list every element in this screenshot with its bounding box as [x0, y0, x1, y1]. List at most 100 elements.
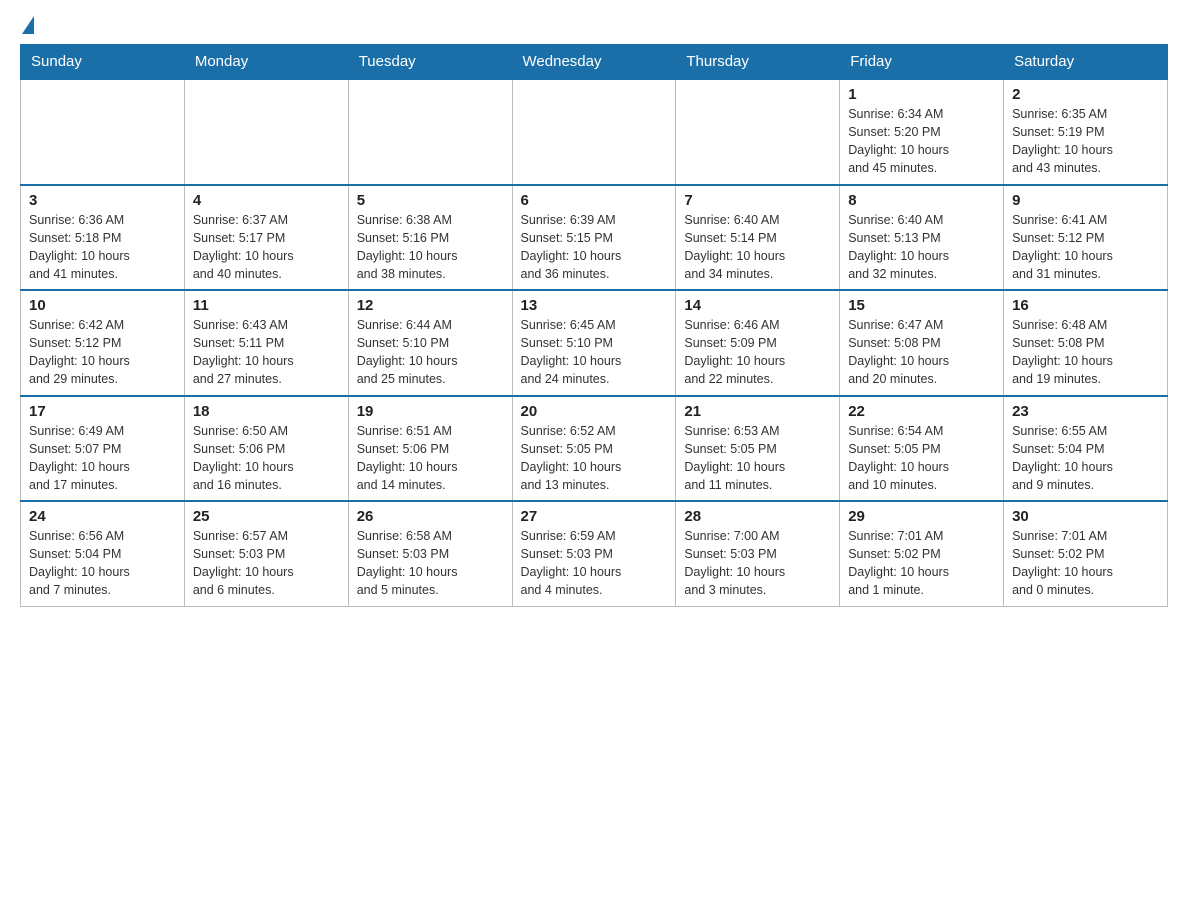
day-number: 1: [848, 86, 995, 103]
calendar-header-row: SundayMondayTuesdayWednesdayThursdayFrid…: [21, 45, 1168, 80]
calendar-cell: 21 Sunrise: 6:53 AM Sunset: 5:05 PM Dayli…: [676, 396, 840, 502]
calendar-week-row: 10Sunrise: 6:42 AM Sunset: 5:12 PM Dayli…: [21, 290, 1168, 396]
weekday-header-monday: Monday: [184, 45, 348, 80]
day-number: 15: [848, 297, 995, 314]
weekday-header-friday: Friday: [840, 45, 1004, 80]
day-number: 22: [848, 403, 995, 420]
day-info: Sunrise: 6:39 AM Sunset: 5:15 PM Dayligh…: [521, 211, 668, 284]
logo-triangle-icon: [22, 16, 34, 34]
day-number: 21: [684, 403, 831, 420]
calendar-cell: 24 Sunrise: 6:56 AM Sunset: 5:04 PM Dayli…: [21, 501, 185, 606]
calendar-cell: 3 Sunrise: 6:36 AM Sunset: 5:18 PM Daylig…: [21, 185, 185, 291]
day-number: 24: [29, 508, 176, 525]
calendar-cell: 10Sunrise: 6:42 AM Sunset: 5:12 PM Dayli…: [21, 290, 185, 396]
day-info: Sunrise: 6:40 AM Sunset: 5:14 PM Dayligh…: [684, 211, 831, 284]
day-info: Sunrise: 6:58 AM Sunset: 5:03 PM Dayligh…: [357, 527, 504, 600]
day-number: 30: [1012, 508, 1159, 525]
calendar-cell: 30 Sunrise: 7:01 AM Sunset: 5:02 PM Dayli…: [1004, 501, 1168, 606]
day-number: 27: [521, 508, 668, 525]
calendar-cell: 11 Sunrise: 6:43 AM Sunset: 5:11 PM Dayli…: [184, 290, 348, 396]
calendar-cell: 14 Sunrise: 6:46 AM Sunset: 5:09 PM Dayli…: [676, 290, 840, 396]
calendar-cell: [21, 79, 185, 185]
calendar-cell: 6 Sunrise: 6:39 AM Sunset: 5:15 PM Daylig…: [512, 185, 676, 291]
calendar-cell: 27 Sunrise: 6:59 AM Sunset: 5:03 PM Dayli…: [512, 501, 676, 606]
calendar-cell: [676, 79, 840, 185]
calendar-cell: 25Sunrise: 6:57 AM Sunset: 5:03 PM Dayli…: [184, 501, 348, 606]
day-number: 17: [29, 403, 176, 420]
day-info: Sunrise: 6:59 AM Sunset: 5:03 PM Dayligh…: [521, 527, 668, 600]
calendar-cell: 15 Sunrise: 6:47 AM Sunset: 5:08 PM Dayli…: [840, 290, 1004, 396]
day-info: Sunrise: 7:01 AM Sunset: 5:02 PM Dayligh…: [1012, 527, 1159, 600]
calendar-cell: 22 Sunrise: 6:54 AM Sunset: 5:05 PM Dayli…: [840, 396, 1004, 502]
day-info: Sunrise: 6:55 AM Sunset: 5:04 PM Dayligh…: [1012, 422, 1159, 495]
calendar-cell: 23 Sunrise: 6:55 AM Sunset: 5:04 PM Dayli…: [1004, 396, 1168, 502]
day-info: Sunrise: 6:46 AM Sunset: 5:09 PM Dayligh…: [684, 316, 831, 389]
day-number: 14: [684, 297, 831, 314]
weekday-header-thursday: Thursday: [676, 45, 840, 80]
day-number: 5: [357, 192, 504, 209]
day-number: 12: [357, 297, 504, 314]
calendar-cell: [512, 79, 676, 185]
calendar-week-row: 24 Sunrise: 6:56 AM Sunset: 5:04 PM Dayli…: [21, 501, 1168, 606]
day-info: Sunrise: 6:44 AM Sunset: 5:10 PM Dayligh…: [357, 316, 504, 389]
weekday-header-sunday: Sunday: [21, 45, 185, 80]
day-info: Sunrise: 6:45 AM Sunset: 5:10 PM Dayligh…: [521, 316, 668, 389]
calendar-cell: 8 Sunrise: 6:40 AM Sunset: 5:13 PM Daylig…: [840, 185, 1004, 291]
day-info: Sunrise: 6:36 AM Sunset: 5:18 PM Dayligh…: [29, 211, 176, 284]
calendar-week-row: 1 Sunrise: 6:34 AM Sunset: 5:20 PM Daylig…: [21, 79, 1168, 185]
page-header: [20, 20, 1168, 34]
day-number: 13: [521, 297, 668, 314]
day-number: 2: [1012, 86, 1159, 103]
day-info: Sunrise: 6:56 AM Sunset: 5:04 PM Dayligh…: [29, 527, 176, 600]
day-info: Sunrise: 6:35 AM Sunset: 5:19 PM Dayligh…: [1012, 105, 1159, 178]
day-info: Sunrise: 6:37 AM Sunset: 5:17 PM Dayligh…: [193, 211, 340, 284]
calendar-cell: 12 Sunrise: 6:44 AM Sunset: 5:10 PM Dayli…: [348, 290, 512, 396]
day-info: Sunrise: 6:42 AM Sunset: 5:12 PM Dayligh…: [29, 316, 176, 389]
calendar-cell: 13 Sunrise: 6:45 AM Sunset: 5:10 PM Dayli…: [512, 290, 676, 396]
day-number: 11: [193, 297, 340, 314]
day-info: Sunrise: 6:43 AM Sunset: 5:11 PM Dayligh…: [193, 316, 340, 389]
day-number: 16: [1012, 297, 1159, 314]
calendar-week-row: 3 Sunrise: 6:36 AM Sunset: 5:18 PM Daylig…: [21, 185, 1168, 291]
calendar-cell: [348, 79, 512, 185]
day-number: 3: [29, 192, 176, 209]
day-info: Sunrise: 6:51 AM Sunset: 5:06 PM Dayligh…: [357, 422, 504, 495]
weekday-header-wednesday: Wednesday: [512, 45, 676, 80]
day-number: 8: [848, 192, 995, 209]
calendar-cell: 2 Sunrise: 6:35 AM Sunset: 5:19 PM Daylig…: [1004, 79, 1168, 185]
day-info: Sunrise: 6:41 AM Sunset: 5:12 PM Dayligh…: [1012, 211, 1159, 284]
calendar-cell: 18Sunrise: 6:50 AM Sunset: 5:06 PM Dayli…: [184, 396, 348, 502]
day-info: Sunrise: 7:00 AM Sunset: 5:03 PM Dayligh…: [684, 527, 831, 600]
day-info: Sunrise: 6:48 AM Sunset: 5:08 PM Dayligh…: [1012, 316, 1159, 389]
logo: [20, 20, 34, 34]
calendar-cell: 5 Sunrise: 6:38 AM Sunset: 5:16 PM Daylig…: [348, 185, 512, 291]
day-info: Sunrise: 7:01 AM Sunset: 5:02 PM Dayligh…: [848, 527, 995, 600]
day-number: 20: [521, 403, 668, 420]
day-info: Sunrise: 6:34 AM Sunset: 5:20 PM Dayligh…: [848, 105, 995, 178]
calendar-cell: 7 Sunrise: 6:40 AM Sunset: 5:14 PM Daylig…: [676, 185, 840, 291]
day-number: 26: [357, 508, 504, 525]
day-number: 6: [521, 192, 668, 209]
day-number: 18: [193, 403, 340, 420]
calendar-table: SundayMondayTuesdayWednesdayThursdayFrid…: [20, 44, 1168, 607]
day-number: 29: [848, 508, 995, 525]
day-info: Sunrise: 6:40 AM Sunset: 5:13 PM Dayligh…: [848, 211, 995, 284]
day-number: 7: [684, 192, 831, 209]
day-info: Sunrise: 6:53 AM Sunset: 5:05 PM Dayligh…: [684, 422, 831, 495]
calendar-cell: 26 Sunrise: 6:58 AM Sunset: 5:03 PM Dayli…: [348, 501, 512, 606]
weekday-header-tuesday: Tuesday: [348, 45, 512, 80]
day-info: Sunrise: 6:49 AM Sunset: 5:07 PM Dayligh…: [29, 422, 176, 495]
day-info: Sunrise: 6:38 AM Sunset: 5:16 PM Dayligh…: [357, 211, 504, 284]
calendar-cell: [184, 79, 348, 185]
calendar-cell: 16 Sunrise: 6:48 AM Sunset: 5:08 PM Dayli…: [1004, 290, 1168, 396]
calendar-cell: 19 Sunrise: 6:51 AM Sunset: 5:06 PM Dayli…: [348, 396, 512, 502]
weekday-header-saturday: Saturday: [1004, 45, 1168, 80]
calendar-cell: 29 Sunrise: 7:01 AM Sunset: 5:02 PM Dayli…: [840, 501, 1004, 606]
day-number: 19: [357, 403, 504, 420]
day-info: Sunrise: 6:54 AM Sunset: 5:05 PM Dayligh…: [848, 422, 995, 495]
day-info: Sunrise: 6:47 AM Sunset: 5:08 PM Dayligh…: [848, 316, 995, 389]
calendar-cell: 4Sunrise: 6:37 AM Sunset: 5:17 PM Daylig…: [184, 185, 348, 291]
day-info: Sunrise: 6:57 AM Sunset: 5:03 PM Dayligh…: [193, 527, 340, 600]
calendar-cell: 1 Sunrise: 6:34 AM Sunset: 5:20 PM Daylig…: [840, 79, 1004, 185]
day-number: 23: [1012, 403, 1159, 420]
